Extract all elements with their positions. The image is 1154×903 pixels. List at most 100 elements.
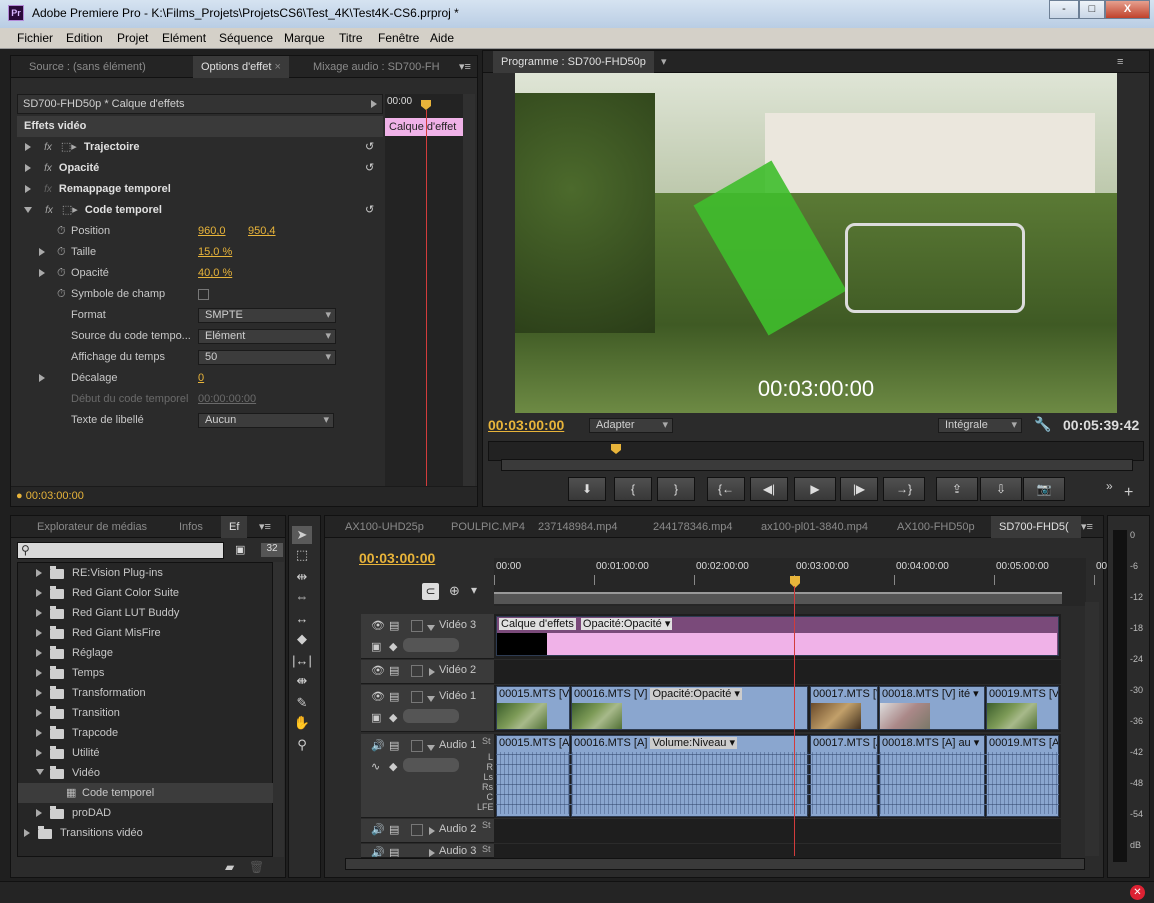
expand-icon[interactable] <box>36 729 42 737</box>
stopwatch-icon[interactable]: ⏱ <box>57 221 66 242</box>
lock-box[interactable] <box>411 740 423 752</box>
go-to-out-button[interactable]: →} <box>883 477 925 501</box>
video-clip[interactable]: 00017.MTS [V <box>810 686 878 730</box>
expand-icon[interactable] <box>36 749 42 757</box>
texte-dropdown[interactable]: Aucun <box>198 413 334 428</box>
film-icon[interactable]: ▤ <box>389 690 399 703</box>
effect-row-trajectoire[interactable]: fx ⬚▸ Trajectoire ↺ <box>17 137 383 158</box>
menu-edition[interactable]: Edition <box>66 31 103 45</box>
expand-icon[interactable] <box>36 609 42 617</box>
lock-box[interactable] <box>411 620 423 632</box>
fx-icon[interactable]: fx <box>44 142 52 153</box>
video-clip[interactable]: 00019.MTS [V] <box>986 686 1059 730</box>
reset-icon[interactable]: ↺ <box>365 158 374 179</box>
symbole-checkbox[interactable] <box>198 289 209 300</box>
eye-icon[interactable]: 👁 <box>371 619 385 632</box>
menu-titre[interactable]: Titre <box>339 31 363 45</box>
stopwatch-icon[interactable]: ⏱ <box>57 242 66 263</box>
folder-item[interactable]: proDAD <box>18 803 274 823</box>
folder-item[interactable]: RE:Vision Plug-ins <box>18 563 274 583</box>
close-button[interactable]: X <box>1105 0 1150 19</box>
folder-item[interactable]: Transformation <box>18 683 274 703</box>
fit-dropdown[interactable]: Adapter <box>589 418 673 433</box>
expand-icon[interactable] <box>39 248 45 256</box>
error-icon[interactable]: ✕ <box>1130 885 1145 900</box>
video-clip[interactable]: 00018.MTS [V] ité ▾ <box>879 686 985 730</box>
tab-infos[interactable]: Infos <box>171 516 211 538</box>
sync-lock-icon[interactable]: ▤ <box>389 739 399 752</box>
effects-search-input[interactable]: ⚲ <box>17 542 224 559</box>
effect-row-code-temporel[interactable]: fx ⬚▸ Code temporel ↺ <box>17 200 383 221</box>
speaker-icon[interactable]: 🔊 <box>371 739 385 752</box>
taille-value[interactable]: 15,0 % <box>198 242 232 263</box>
clip-fx-menu[interactable]: ité ▾ <box>958 688 978 700</box>
tab-sequence-active[interactable]: SD700-FHD5( <box>991 516 1081 538</box>
tab-effect-options[interactable]: Options d'effet × <box>193 56 289 78</box>
adjustment-layer-clip[interactable]: Calque d'effets Opacité:Opacité ▾ <box>496 616 1059 656</box>
folder-item[interactable]: Transition <box>18 703 274 723</box>
folder-item[interactable]: Trapcode <box>18 723 274 743</box>
work-area-bar[interactable] <box>494 592 1062 604</box>
tab-close-icon[interactable]: × <box>274 61 280 73</box>
video-clip[interactable]: 00015.MTS [V] <box>496 686 570 730</box>
effect-scrollbar[interactable] <box>463 94 475 504</box>
playhead-icon[interactable] <box>611 444 621 454</box>
pen-tool-icon[interactable]: ✎ <box>292 694 312 712</box>
video-clip[interactable]: 00016.MTS [V] Opacité:Opacité ▾ <box>571 686 808 730</box>
effect-row-remappage[interactable]: fx Remappage temporel <box>17 179 383 200</box>
stopwatch-icon[interactable]: ⏱ <box>57 284 66 305</box>
add-button-icon[interactable]: + <box>1124 484 1133 502</box>
ripple-edit-icon[interactable]: ⇹ <box>292 568 312 586</box>
tab-media-browser[interactable]: Explorateur de médias <box>29 516 155 538</box>
reset-icon[interactable]: ↺ <box>365 137 374 158</box>
folder-item[interactable]: Réglage <box>18 643 274 663</box>
tab-programme[interactable]: Programme : SD700-FHD50p <box>493 51 654 73</box>
expand-icon[interactable] <box>25 185 31 194</box>
add-marker-icon[interactable]: ▾ <box>471 583 477 597</box>
expand-icon[interactable] <box>36 649 42 657</box>
effect-row-opacite[interactable]: fx Opacité ↺ <box>17 158 383 179</box>
timeline-vscroll[interactable] <box>1085 602 1099 856</box>
go-to-in-button[interactable]: {← <box>707 477 745 501</box>
eye-icon[interactable]: 👁 <box>371 664 385 677</box>
folder-item[interactable]: Vidéo <box>18 763 274 783</box>
extract-button[interactable]: ⇩ <box>980 477 1022 501</box>
keyframe-icon[interactable]: ◆ <box>389 760 397 773</box>
collapse-icon[interactable] <box>36 769 44 775</box>
step-forward-button[interactable]: |▶ <box>840 477 878 501</box>
tab-sequence[interactable]: 244178346.mp4 <box>645 516 741 538</box>
motion-transform-icon[interactable]: ⬚▸ <box>61 141 77 153</box>
collapse-icon[interactable] <box>427 745 435 751</box>
program-zoom-bar[interactable] <box>501 459 1133 471</box>
linked-selection-icon[interactable]: ⊕ <box>449 583 460 599</box>
expand-icon[interactable] <box>25 143 31 152</box>
tab-sequence[interactable]: ax100-pl01-3840.mp4 <box>753 516 876 538</box>
expand-icon[interactable] <box>429 827 435 835</box>
expand-icon[interactable] <box>36 809 42 817</box>
effect-clip-bar[interactable]: Calque d'effet <box>385 118 463 136</box>
add-marker-button[interactable]: ⬇ <box>568 477 606 501</box>
tab-sequence[interactable]: 237148984.mp4 <box>530 516 626 538</box>
menu-projet[interactable]: Projet <box>117 31 148 45</box>
new-bin-icon[interactable]: ▰ <box>225 860 234 874</box>
expand-icon[interactable] <box>36 709 42 717</box>
menu-aide[interactable]: Aide <box>430 31 454 45</box>
menu-sequence[interactable]: Séquence <box>219 31 273 45</box>
expand-icon[interactable] <box>429 849 435 857</box>
decalage-value[interactable]: 0 <box>198 368 204 389</box>
slide-tool-icon[interactable]: ⇼ <box>292 672 312 690</box>
folder-item[interactable]: Transitions vidéo <box>18 823 274 843</box>
step-back-button[interactable]: ◀| <box>750 477 788 501</box>
folder-item[interactable]: Utilité <box>18 743 274 763</box>
folder-item[interactable]: Red Giant LUT Buddy <box>18 603 274 623</box>
program-current-time[interactable]: 00:03:00:00 <box>488 417 564 433</box>
bit-depth-icon[interactable]: 32 <box>261 543 283 557</box>
keyframe-icon[interactable]: ◆ <box>389 640 397 653</box>
folder-item[interactable]: Temps <box>18 663 274 683</box>
folder-item[interactable]: Red Giant MisFire <box>18 623 274 643</box>
collapse-icon[interactable] <box>24 207 32 214</box>
panel-menu-icon[interactable]: ≡ <box>1109 51 1131 73</box>
format-dropdown[interactable]: SMPTE <box>198 308 336 323</box>
source-dropdown[interactable]: Elément <box>198 329 336 344</box>
mark-out-button[interactable]: } <box>657 477 695 501</box>
